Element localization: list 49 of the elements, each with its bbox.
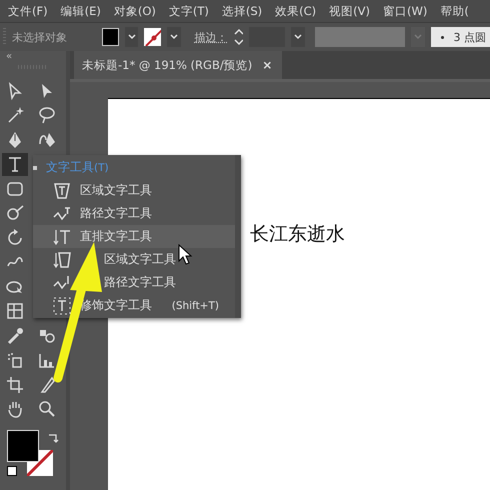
flyout-item[interactable]: 直排文字工具 [33, 225, 235, 248]
spinner-icon[interactable] [234, 28, 244, 46]
eyedropper-icon [5, 326, 25, 346]
flyout-item[interactable]: 区域文字工具 [33, 179, 235, 202]
selection-label: 未选择对象 [12, 30, 68, 44]
menu-item[interactable]: 对象(O) [114, 4, 156, 18]
type-tool-icon [53, 296, 71, 314]
menu-item[interactable]: 视图(V) [329, 4, 370, 18]
caret-icon [128, 34, 136, 40]
grid-icon [5, 301, 25, 321]
fill-color-swatch[interactable] [7, 430, 39, 462]
lasso-icon [37, 105, 57, 125]
zoom-icon [37, 399, 57, 419]
dropdown-button[interactable] [291, 27, 305, 47]
stroke-label[interactable]: 描边： [194, 30, 228, 44]
menu-item[interactable]: 文件(F) [8, 4, 48, 18]
document-tab[interactable]: 未标题-1* @ 191% (RGB/预览) × [74, 51, 282, 79]
flyout-item[interactable]: 路径文字工具 [33, 271, 235, 294]
menu-item[interactable]: 编辑(E) [60, 4, 101, 18]
type-tool[interactable] [2, 152, 28, 176]
menu-item[interactable]: 窗口(W) [383, 4, 428, 18]
fill-swatch[interactable] [102, 28, 119, 46]
menu-item[interactable]: 帮助( [440, 4, 469, 18]
caret-icon [294, 34, 302, 40]
type-tool-icon [53, 228, 71, 246]
swap-icon[interactable] [47, 432, 59, 444]
menu-item[interactable]: 效果(C) [275, 4, 316, 18]
flyout-item[interactable]: 区域文字工具 [33, 248, 235, 271]
menu-item[interactable]: 文字(T) [168, 4, 209, 18]
flyout-item[interactable]: 路径文字工具 [33, 202, 235, 225]
symbol-sprayer-icon [5, 350, 25, 370]
close-button[interactable]: × [262, 58, 272, 72]
stroke-swatch[interactable] [144, 28, 162, 46]
mouse-cursor-icon [178, 244, 194, 266]
type-tool-icon [53, 274, 71, 292]
caret-icon [414, 34, 422, 40]
type-tool-icon [53, 250, 71, 268]
type-tool-icon [53, 182, 71, 200]
profile-field[interactable] [314, 27, 406, 47]
caret-icon [170, 34, 178, 40]
type-tool-icon [53, 204, 71, 222]
default-colors-icon[interactable] [7, 466, 17, 476]
dropdown-button[interactable] [124, 27, 138, 47]
menu-item[interactable]: 选择(S) [222, 4, 262, 18]
brush-field[interactable]: 3 点圆 [430, 27, 490, 47]
dropdown-button[interactable] [167, 27, 181, 47]
collapse-button[interactable]: « [6, 51, 12, 63]
artboard-icon [5, 374, 25, 394]
artboard-text: 长江东逝水 [250, 222, 345, 247]
